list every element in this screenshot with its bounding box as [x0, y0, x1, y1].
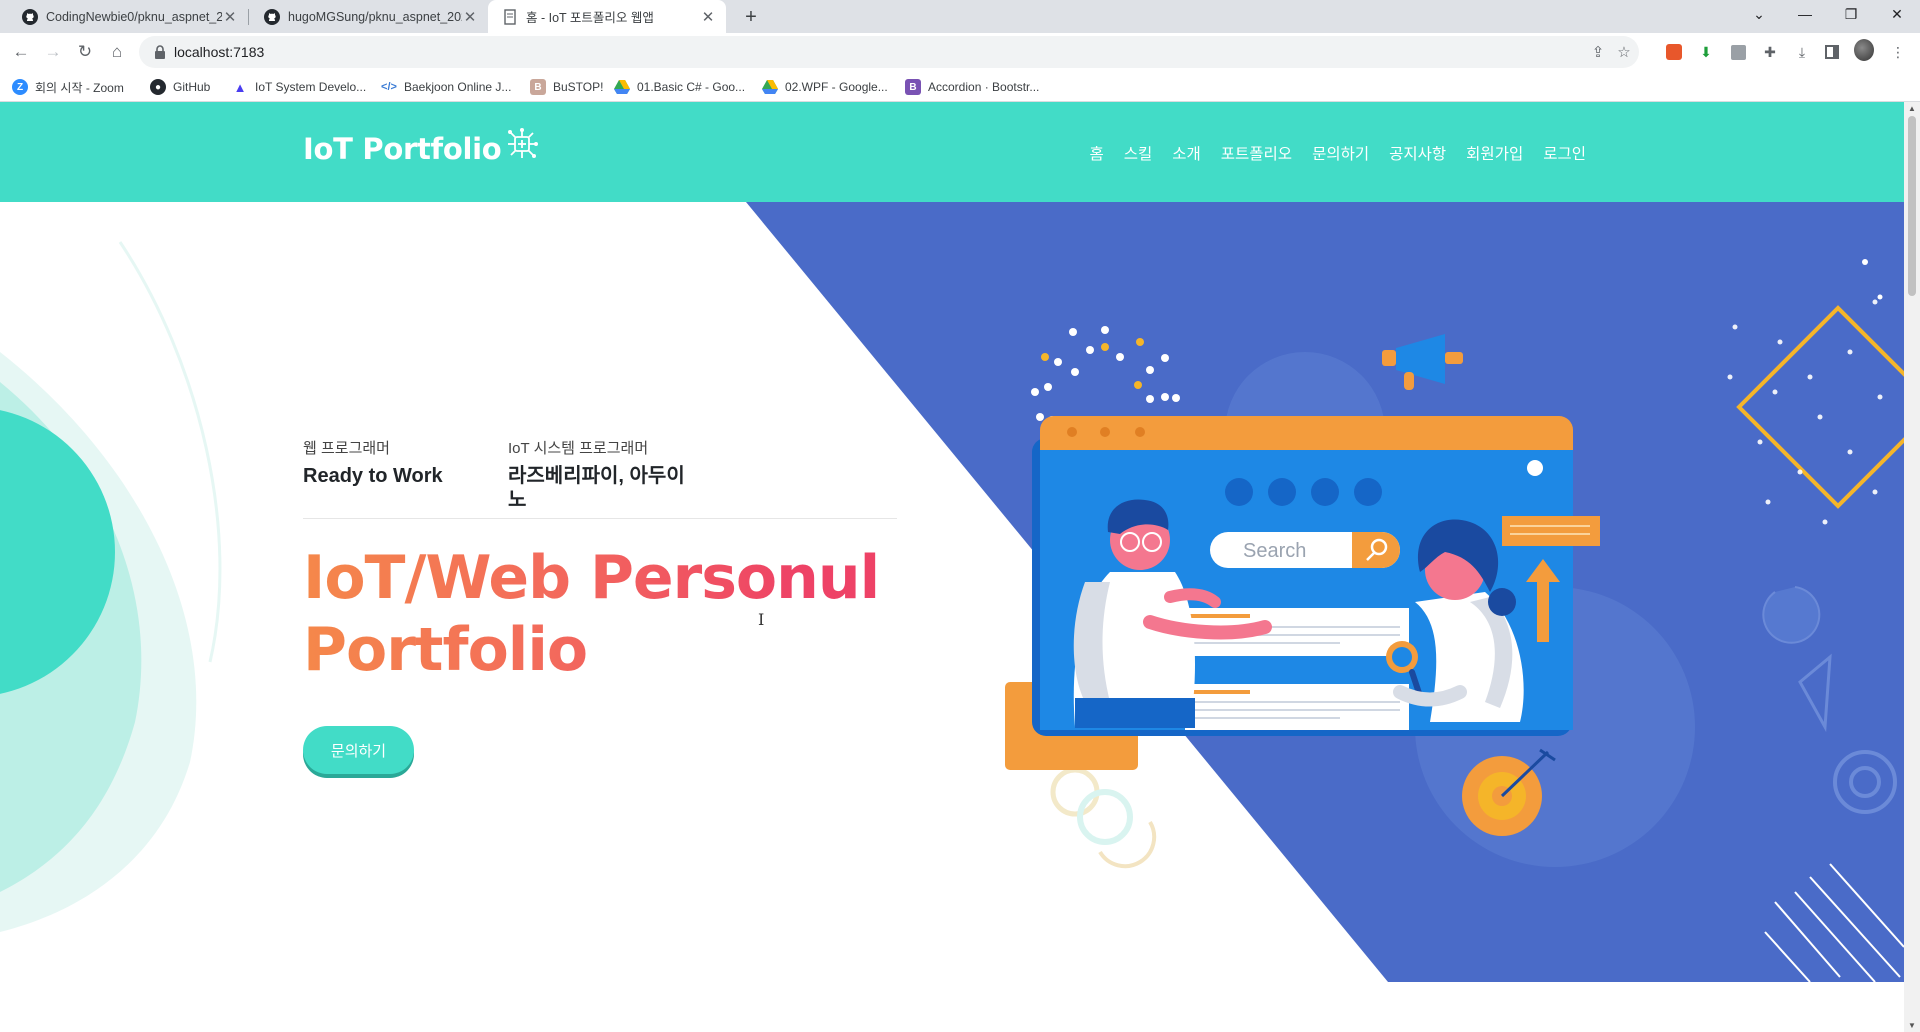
drive-icon — [762, 79, 778, 95]
bookmark-item[interactable]: 01.Basic C# - Goo... — [614, 77, 745, 97]
bookmark-item[interactable]: 02.WPF - Google... — [762, 77, 888, 97]
download-green-icon[interactable]: ⬇ — [1696, 42, 1716, 62]
bookmark-star-icon[interactable]: ☆ — [1615, 44, 1633, 62]
bookmark-item[interactable]: ● GitHub — [150, 77, 210, 97]
text-cursor-icon: I — [758, 610, 765, 629]
home-icon[interactable]: ⌂ — [104, 39, 130, 65]
close-window-button[interactable]: ✕ — [1874, 0, 1920, 30]
code-icon: </> — [381, 81, 397, 93]
bookmark-item[interactable]: </> Baekjoon Online J... — [381, 77, 511, 97]
tab-title: hugoMGSung/pknu_aspnet_202 — [288, 9, 462, 24]
page-viewport: IoT Portfolio 홈 스킬 소개 포트폴리오 문의하기 공지사항 회원… — [0, 102, 1904, 1032]
extension-red-icon[interactable] — [1664, 42, 1684, 62]
forward-icon[interactable]: → — [40, 39, 66, 65]
illustration-search-text: Search — [1243, 540, 1306, 562]
close-tab-icon[interactable]: ✕ — [462, 8, 478, 26]
bookmark-item[interactable]: ▲ IoT System Develo... — [232, 77, 367, 97]
page-scrollbar[interactable]: ▲ ▼ — [1904, 102, 1920, 1032]
browser-tab-2[interactable]: hugoMGSung/pknu_aspnet_202 ✕ — [250, 0, 488, 33]
downloads-icon[interactable]: ⤓ — [1792, 42, 1812, 62]
github-icon: ● — [150, 79, 166, 95]
tab-title: CodingNewbie0/pknu_aspnet_2 — [46, 9, 222, 24]
bookmark-item[interactable]: B Accordion · Bootstr... — [905, 77, 1039, 97]
extension-gray-icon[interactable] — [1728, 42, 1748, 62]
menu-kebab-icon[interactable]: ⋮ — [1888, 42, 1908, 62]
scroll-down-icon[interactable]: ▼ — [1908, 1021, 1916, 1030]
bootstrap-icon: B — [905, 79, 921, 95]
tab-search-icon[interactable]: ⌄ — [1736, 0, 1782, 30]
reload-icon[interactable]: ↻ — [72, 39, 98, 65]
bookmarks-bar: Z 회의 시작 - Zoom ● GitHub ▲ IoT System Develo… — [0, 71, 1920, 102]
side-panel-icon[interactable] — [1822, 42, 1842, 62]
address-bar[interactable]: localhost:7183 ⇪ ☆ — [139, 36, 1639, 68]
triangle-icon: ▲ — [233, 79, 247, 95]
browser-tabstrip: CodingNewbie0/pknu_aspnet_2 ✕ hugoMGSung… — [0, 0, 1920, 33]
drive-icon — [614, 79, 630, 95]
minimize-button[interactable]: — — [1782, 0, 1828, 30]
back-icon[interactable]: ← — [8, 39, 34, 65]
megaphone-icon — [1382, 334, 1463, 390]
scroll-up-icon[interactable]: ▲ — [1908, 104, 1916, 113]
share-icon[interactable]: ⇪ — [1589, 44, 1607, 62]
bus-icon: B — [530, 79, 546, 95]
bookmark-item[interactable]: B BuSTOP! — [530, 77, 603, 97]
github-icon — [264, 8, 280, 25]
browser-toolbar: ← → ↻ ⌂ localhost:7183 ⇪ ☆ ⬇ ✚ ⤓ ⋮ — [0, 33, 1920, 71]
github-icon — [22, 8, 38, 25]
restore-button[interactable]: ❐ — [1828, 0, 1874, 30]
tab-title: 홈 - IoT 포트폴리오 웹앱 — [526, 11, 654, 25]
hero-illustration: Search — [1005, 326, 1600, 836]
browser-tab-3-active[interactable]: 홈 - IoT 포트폴리오 웹앱 ✕ — [488, 0, 726, 33]
profile-avatar[interactable] — [1854, 39, 1874, 61]
scrollbar-thumb[interactable] — [1908, 116, 1916, 296]
browser-tab-1[interactable]: CodingNewbie0/pknu_aspnet_2 ✕ — [8, 0, 248, 33]
zoom-icon: Z — [12, 79, 28, 95]
close-tab-icon[interactable]: ✕ — [700, 8, 716, 26]
url-text: localhost:7183 — [174, 44, 265, 60]
bookmark-item[interactable]: Z 회의 시작 - Zoom — [12, 77, 124, 97]
page-icon — [502, 8, 518, 25]
close-tab-icon[interactable]: ✕ — [222, 8, 238, 26]
lock-icon — [155, 45, 165, 59]
new-tab-button[interactable]: + — [738, 4, 764, 30]
extensions-puzzle-icon[interactable]: ✚ — [1760, 42, 1780, 62]
